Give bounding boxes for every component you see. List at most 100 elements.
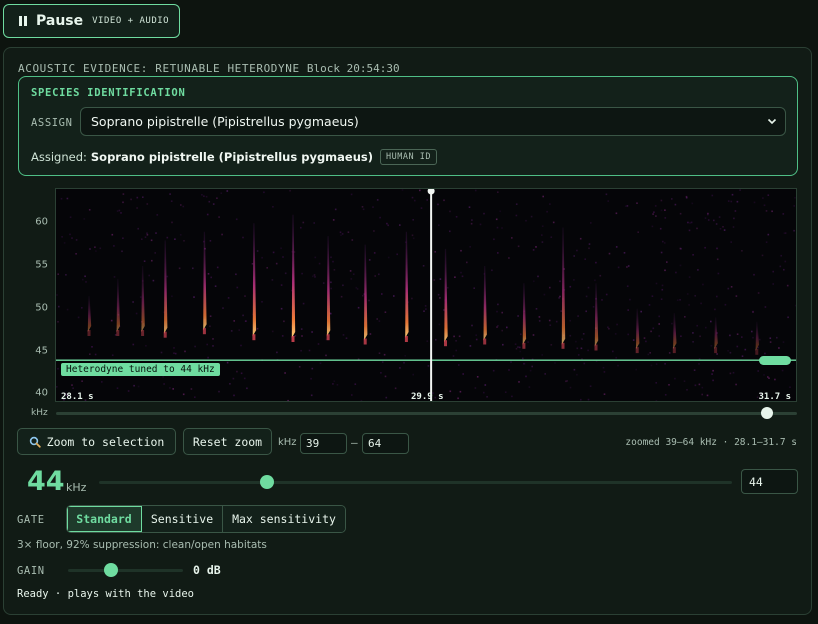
noise-speck xyxy=(660,251,663,254)
noise-speck xyxy=(587,398,590,401)
noise-speck xyxy=(433,279,436,281)
call-pulse xyxy=(164,240,168,334)
noise-speck xyxy=(302,221,305,224)
noise-speck xyxy=(697,269,699,271)
reset-zoom-button[interactable]: Reset zoom xyxy=(183,428,272,455)
noise-speck xyxy=(146,234,149,236)
noise-speck xyxy=(535,246,537,248)
tuning-slider[interactable] xyxy=(99,475,732,489)
noise-speck xyxy=(233,320,235,322)
gate-option-standard[interactable]: Standard xyxy=(67,506,142,532)
noise-speck xyxy=(493,238,495,241)
noise-speck xyxy=(577,315,579,317)
noise-speck xyxy=(517,346,519,348)
noise-speck xyxy=(772,283,774,285)
noise-speck xyxy=(615,246,618,248)
noise-speck xyxy=(214,285,217,287)
noise-speck xyxy=(685,195,688,198)
noise-speck xyxy=(182,393,185,396)
noise-speck xyxy=(332,383,334,385)
noise-speck xyxy=(236,370,238,373)
noise-speck xyxy=(550,236,553,238)
noise-speck xyxy=(723,229,726,231)
noise-speck xyxy=(311,367,314,370)
noise-speck xyxy=(468,206,471,208)
noise-speck xyxy=(351,239,354,241)
noise-speck xyxy=(758,338,761,341)
noise-speck xyxy=(729,372,732,375)
noise-speck xyxy=(696,227,698,230)
noise-speck xyxy=(688,276,691,278)
noise-speck xyxy=(661,288,664,291)
noise-speck xyxy=(361,206,364,208)
noise-speck xyxy=(313,274,316,276)
noise-speck xyxy=(372,206,374,208)
noise-speck xyxy=(605,293,608,296)
noise-speck xyxy=(602,366,605,369)
zoom-high-khz-input[interactable] xyxy=(362,433,409,454)
noise-speck xyxy=(155,232,157,234)
noise-speck xyxy=(235,273,237,276)
noise-speck xyxy=(492,369,495,372)
noise-speck xyxy=(453,335,455,338)
noise-speck xyxy=(368,299,370,302)
noise-speck xyxy=(209,315,212,317)
noise-speck xyxy=(101,381,103,383)
noise-speck xyxy=(538,320,541,322)
noise-speck xyxy=(373,230,375,232)
noise-speck xyxy=(514,343,517,345)
noise-speck xyxy=(757,292,760,294)
noise-speck xyxy=(319,362,322,365)
gate-option-sensitive[interactable]: Sensitive xyxy=(142,506,223,532)
noise-speck xyxy=(603,371,606,373)
noise-speck xyxy=(781,369,784,372)
time-start-label: 28.1 s xyxy=(61,392,94,402)
noise-speck xyxy=(483,391,485,394)
species-select[interactable]: Soprano pipistrelle (Pipistrellus pygmae… xyxy=(80,107,786,136)
noise-speck xyxy=(776,336,778,339)
noise-speck xyxy=(675,271,677,274)
call-pulse-tail xyxy=(635,347,639,354)
noise-speck xyxy=(577,354,580,356)
noise-speck xyxy=(585,310,587,313)
noise-speck xyxy=(731,193,734,196)
call-pulse-tail xyxy=(594,344,598,351)
zoom-to-selection-button[interactable]: Zoom to selection xyxy=(17,428,176,455)
time-scrubber[interactable] xyxy=(56,407,797,419)
noise-speck xyxy=(787,316,789,319)
noise-speck xyxy=(664,394,667,396)
pause-sublabel: VIDEO + AUDIO xyxy=(92,16,170,26)
noise-speck xyxy=(360,399,363,401)
noise-speck xyxy=(66,197,69,200)
noise-speck xyxy=(75,253,77,255)
tuning-frequency-input[interactable] xyxy=(741,469,798,494)
noise-speck xyxy=(216,266,219,269)
noise-speck xyxy=(174,352,177,355)
noise-speck xyxy=(794,304,796,307)
pause-button[interactable]: Pause VIDEO + AUDIO xyxy=(3,4,180,38)
noise-speck xyxy=(376,318,378,320)
noise-speck xyxy=(541,234,543,236)
noise-speck xyxy=(340,295,343,298)
gate-option-max-sensitivity[interactable]: Max sensitivity xyxy=(223,506,345,532)
tuning-slider-thumb[interactable] xyxy=(259,475,274,489)
time-scrubber-thumb[interactable] xyxy=(761,407,774,419)
tuning-line-handle[interactable] xyxy=(759,356,791,366)
gain-slider[interactable] xyxy=(68,563,183,577)
zoom-low-khz-input[interactable] xyxy=(300,433,347,454)
noise-speck xyxy=(111,354,114,356)
noise-speck xyxy=(471,219,473,221)
noise-speck xyxy=(61,236,63,238)
noise-speck xyxy=(587,349,589,352)
noise-speck xyxy=(617,364,619,367)
noise-speck xyxy=(300,328,303,330)
noise-speck xyxy=(741,336,743,338)
noise-speck xyxy=(94,353,97,356)
noise-speck xyxy=(118,209,121,212)
assign-label: ASSIGN xyxy=(31,117,73,129)
noise-speck xyxy=(301,272,303,275)
gain-slider-thumb[interactable] xyxy=(103,563,118,577)
noise-speck xyxy=(246,387,248,390)
noise-speck xyxy=(573,279,575,281)
spectrogram[interactable]: Heterodyne tuned to 44 kHz 28.1 s 29.9 s… xyxy=(55,188,797,402)
